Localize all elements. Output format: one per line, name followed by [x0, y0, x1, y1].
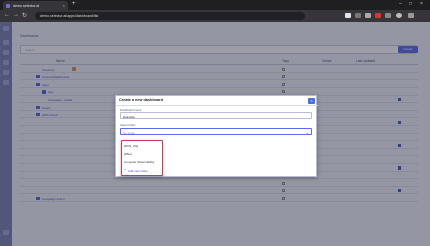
add-new-folder-label: Add new folder: [128, 168, 149, 173]
folder-option[interactable]: [RVN_UG]: [124, 142, 162, 149]
extension-icon[interactable]: [385, 13, 391, 18]
url-text: demo.selector.ai/apps/dashboard/list: [40, 14, 99, 18]
window-close-icon[interactable]: ×: [420, 1, 423, 7]
menu-icon[interactable]: [408, 13, 414, 18]
profile-avatar-icon[interactable]: [396, 13, 402, 18]
folder-select-placeholder: No folder: [123, 130, 136, 135]
browser-toolbar: ← → ↻ demo.selector.ai/apps/dashboard/li…: [0, 10, 430, 22]
folder-option-label: Compute Observability: [124, 159, 155, 164]
close-icon[interactable]: ×: [308, 97, 315, 104]
browser-tabstrip: demo.selector.ai × + – □ ×: [0, 0, 430, 10]
folder-option[interactable]: Compute Observability: [124, 158, 162, 165]
back-icon[interactable]: ←: [4, 12, 10, 18]
browser-tab[interactable]: demo.selector.ai ×: [3, 1, 68, 10]
dialog-title: Create a new dashboard: [119, 98, 163, 102]
tab-title: demo.selector.ai: [13, 3, 40, 8]
folder-option-label: [Wku]: [124, 151, 132, 156]
site-favicon-icon: [6, 3, 10, 8]
minimize-icon[interactable]: –: [399, 1, 402, 7]
forward-icon[interactable]: →: [13, 12, 19, 18]
dashboard-name-input[interactable]: Example: [120, 112, 312, 119]
folder-option[interactable]: [Wku]: [124, 150, 162, 157]
extension-icon[interactable]: [355, 13, 361, 18]
divider: [116, 105, 318, 106]
maximize-icon[interactable]: □: [409, 1, 412, 7]
dashboard-name-value: Example: [123, 114, 135, 119]
chevron-down-icon: ⌄: [305, 129, 309, 135]
new-tab-icon[interactable]: +: [72, 1, 76, 7]
add-new-folder-button[interactable]: + Add new folder: [124, 167, 162, 174]
folder-dropdown-menu: [RVN_UG] [Wku] Compute Observability + A…: [121, 140, 163, 176]
extension-icon[interactable]: [365, 13, 371, 18]
address-bar[interactable]: demo.selector.ai/apps/dashboard/list: [35, 12, 305, 20]
reload-icon[interactable]: ↻: [22, 12, 27, 19]
tab-close-icon[interactable]: ×: [63, 3, 65, 8]
folder-select-label: Select folder: [120, 123, 136, 127]
folder-select[interactable]: No folder ⌄: [120, 128, 312, 135]
extension-icon[interactable]: [345, 13, 351, 18]
folder-option-label: [RVN_UG]: [124, 143, 139, 148]
extension-icon[interactable]: [375, 13, 381, 18]
plus-icon: +: [124, 168, 126, 173]
